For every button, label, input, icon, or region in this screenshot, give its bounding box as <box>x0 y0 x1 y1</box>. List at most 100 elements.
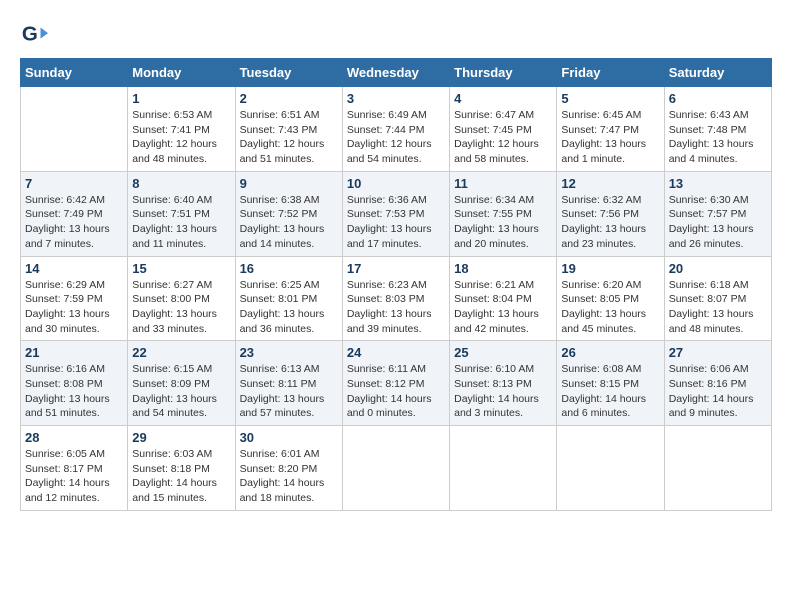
calendar-cell: 27 Sunrise: 6:06 AMSunset: 8:16 PMDayligh… <box>664 341 771 426</box>
calendar-cell: 9 Sunrise: 6:38 AMSunset: 7:52 PMDaylight… <box>235 171 342 256</box>
day-number: 26 <box>561 345 659 360</box>
calendar-cell: 3Sunrise: 6:49 AMSunset: 7:44 PMDaylight… <box>342 87 449 172</box>
day-number: 18 <box>454 261 552 276</box>
calendar-week-row: 28 Sunrise: 6:05 AMSunset: 8:17 PMDayligh… <box>21 426 772 511</box>
day-info: Sunrise: 6:30 AMSunset: 7:57 PMDaylight:… <box>669 193 767 252</box>
calendar-cell: 26 Sunrise: 6:08 AMSunset: 8:15 PMDayligh… <box>557 341 664 426</box>
day-info: Sunrise: 6:05 AMSunset: 8:17 PMDaylight:… <box>25 447 123 506</box>
calendar-cell <box>664 426 771 511</box>
calendar-cell: 10 Sunrise: 6:36 AMSunset: 7:53 PMDayligh… <box>342 171 449 256</box>
day-info: Sunrise: 6:25 AMSunset: 8:01 PMDaylight:… <box>240 278 338 337</box>
page-header: G <box>20 20 772 48</box>
calendar-cell <box>342 426 449 511</box>
calendar-week-row: 1 Sunrise: 6:53 AMSunset: 7:41 PMDaylight… <box>21 87 772 172</box>
calendar-cell: 2 Sunrise: 6:51 AMSunset: 7:43 PMDaylight… <box>235 87 342 172</box>
day-number: 15 <box>132 261 230 276</box>
day-number: 3 <box>347 91 445 106</box>
day-number: 8 <box>132 176 230 191</box>
calendar-cell <box>21 87 128 172</box>
calendar-cell: 29 Sunrise: 6:03 AMSunset: 8:18 PMDayligh… <box>128 426 235 511</box>
day-number: 30 <box>240 430 338 445</box>
day-info: Sunrise: 6:34 AMSunset: 7:55 PMDaylight:… <box>454 193 552 252</box>
day-info: Sunrise: 6:10 AMSunset: 8:13 PMDaylight:… <box>454 362 552 421</box>
day-number: 5 <box>561 91 659 106</box>
day-number: 24 <box>347 345 445 360</box>
day-number: 12 <box>561 176 659 191</box>
day-info: Sunrise: 6:38 AMSunset: 7:52 PMDaylight:… <box>240 193 338 252</box>
day-info: Sunrise: 6:42 AMSunset: 7:49 PMDaylight:… <box>25 193 123 252</box>
calendar-cell: 7Sunrise: 6:42 AMSunset: 7:49 PMDaylight… <box>21 171 128 256</box>
day-number: 16 <box>240 261 338 276</box>
column-header-tuesday: Tuesday <box>235 59 342 87</box>
day-info: Sunrise: 6:18 AMSunset: 8:07 PMDaylight:… <box>669 278 767 337</box>
day-info: Sunrise: 6:06 AMSunset: 8:16 PMDaylight:… <box>669 362 767 421</box>
calendar-cell: 8Sunrise: 6:40 AMSunset: 7:51 PMDaylight… <box>128 171 235 256</box>
day-number: 9 <box>240 176 338 191</box>
calendar-cell: 6 Sunrise: 6:43 AMSunset: 7:48 PMDaylight… <box>664 87 771 172</box>
day-info: Sunrise: 6:01 AMSunset: 8:20 PMDaylight:… <box>240 447 338 506</box>
calendar-cell: 18 Sunrise: 6:21 AMSunset: 8:04 PMDayligh… <box>450 256 557 341</box>
day-info: Sunrise: 6:51 AMSunset: 7:43 PMDaylight:… <box>240 108 338 167</box>
calendar-header-row: SundayMondayTuesdayWednesdayThursdayFrid… <box>21 59 772 87</box>
calendar-cell: 20 Sunrise: 6:18 AMSunset: 8:07 PMDayligh… <box>664 256 771 341</box>
day-info: Sunrise: 6:27 AMSunset: 8:00 PMDaylight:… <box>132 278 230 337</box>
day-number: 10 <box>347 176 445 191</box>
day-info: Sunrise: 6:29 AMSunset: 7:59 PMDaylight:… <box>25 278 123 337</box>
day-number: 1 <box>132 91 230 106</box>
day-number: 2 <box>240 91 338 106</box>
day-number: 13 <box>669 176 767 191</box>
calendar-cell: 16 Sunrise: 6:25 AMSunset: 8:01 PMDayligh… <box>235 256 342 341</box>
day-number: 29 <box>132 430 230 445</box>
calendar-week-row: 7Sunrise: 6:42 AMSunset: 7:49 PMDaylight… <box>21 171 772 256</box>
calendar-cell: 25Sunrise: 6:10 AMSunset: 8:13 PMDayligh… <box>450 341 557 426</box>
calendar-cell: 14 Sunrise: 6:29 AMSunset: 7:59 PMDayligh… <box>21 256 128 341</box>
calendar-cell: 19Sunrise: 6:20 AMSunset: 8:05 PMDayligh… <box>557 256 664 341</box>
day-info: Sunrise: 6:15 AMSunset: 8:09 PMDaylight:… <box>132 362 230 421</box>
calendar-week-row: 14 Sunrise: 6:29 AMSunset: 7:59 PMDayligh… <box>21 256 772 341</box>
day-info: Sunrise: 6:21 AMSunset: 8:04 PMDaylight:… <box>454 278 552 337</box>
calendar-cell: 21 Sunrise: 6:16 AMSunset: 8:08 PMDayligh… <box>21 341 128 426</box>
day-info: Sunrise: 6:08 AMSunset: 8:15 PMDaylight:… <box>561 362 659 421</box>
calendar-cell: 23 Sunrise: 6:13 AMSunset: 8:11 PMDayligh… <box>235 341 342 426</box>
day-info: Sunrise: 6:20 AMSunset: 8:05 PMDaylight:… <box>561 278 659 337</box>
day-number: 14 <box>25 261 123 276</box>
column-header-saturday: Saturday <box>664 59 771 87</box>
calendar-cell: 15 Sunrise: 6:27 AMSunset: 8:00 PMDayligh… <box>128 256 235 341</box>
calendar-cell: 4 Sunrise: 6:47 AMSunset: 7:45 PMDaylight… <box>450 87 557 172</box>
column-header-thursday: Thursday <box>450 59 557 87</box>
day-number: 27 <box>669 345 767 360</box>
calendar-week-row: 21 Sunrise: 6:16 AMSunset: 8:08 PMDayligh… <box>21 341 772 426</box>
column-header-monday: Monday <box>128 59 235 87</box>
day-number: 4 <box>454 91 552 106</box>
logo: G <box>20 20 50 48</box>
day-info: Sunrise: 6:47 AMSunset: 7:45 PMDaylight:… <box>454 108 552 167</box>
day-info: Sunrise: 6:45 AMSunset: 7:47 PMDaylight:… <box>561 108 659 167</box>
day-info: Sunrise: 6:23 AMSunset: 8:03 PMDaylight:… <box>347 278 445 337</box>
calendar-table: SundayMondayTuesdayWednesdayThursdayFrid… <box>20 58 772 511</box>
day-info: Sunrise: 6:36 AMSunset: 7:53 PMDaylight:… <box>347 193 445 252</box>
calendar-cell: 11 Sunrise: 6:34 AMSunset: 7:55 PMDayligh… <box>450 171 557 256</box>
day-number: 20 <box>669 261 767 276</box>
day-info: Sunrise: 6:16 AMSunset: 8:08 PMDaylight:… <box>25 362 123 421</box>
day-info: Sunrise: 6:13 AMSunset: 8:11 PMDaylight:… <box>240 362 338 421</box>
day-info: Sunrise: 6:32 AMSunset: 7:56 PMDaylight:… <box>561 193 659 252</box>
day-info: Sunrise: 6:03 AMSunset: 8:18 PMDaylight:… <box>132 447 230 506</box>
calendar-cell: 24 Sunrise: 6:11 AMSunset: 8:12 PMDayligh… <box>342 341 449 426</box>
day-number: 11 <box>454 176 552 191</box>
day-number: 21 <box>25 345 123 360</box>
calendar-cell: 12 Sunrise: 6:32 AMSunset: 7:56 PMDayligh… <box>557 171 664 256</box>
day-info: Sunrise: 6:53 AMSunset: 7:41 PMDaylight:… <box>132 108 230 167</box>
day-info: Sunrise: 6:43 AMSunset: 7:48 PMDaylight:… <box>669 108 767 167</box>
day-number: 17 <box>347 261 445 276</box>
calendar-cell: 17 Sunrise: 6:23 AMSunset: 8:03 PMDayligh… <box>342 256 449 341</box>
column-header-wednesday: Wednesday <box>342 59 449 87</box>
column-header-sunday: Sunday <box>21 59 128 87</box>
day-info: Sunrise: 6:11 AMSunset: 8:12 PMDaylight:… <box>347 362 445 421</box>
calendar-cell: 28 Sunrise: 6:05 AMSunset: 8:17 PMDayligh… <box>21 426 128 511</box>
calendar-cell: 13 Sunrise: 6:30 AMSunset: 7:57 PMDayligh… <box>664 171 771 256</box>
day-number: 28 <box>25 430 123 445</box>
day-number: 23 <box>240 345 338 360</box>
calendar-cell: 5 Sunrise: 6:45 AMSunset: 7:47 PMDaylight… <box>557 87 664 172</box>
day-number: 6 <box>669 91 767 106</box>
logo-icon: G <box>20 20 48 48</box>
